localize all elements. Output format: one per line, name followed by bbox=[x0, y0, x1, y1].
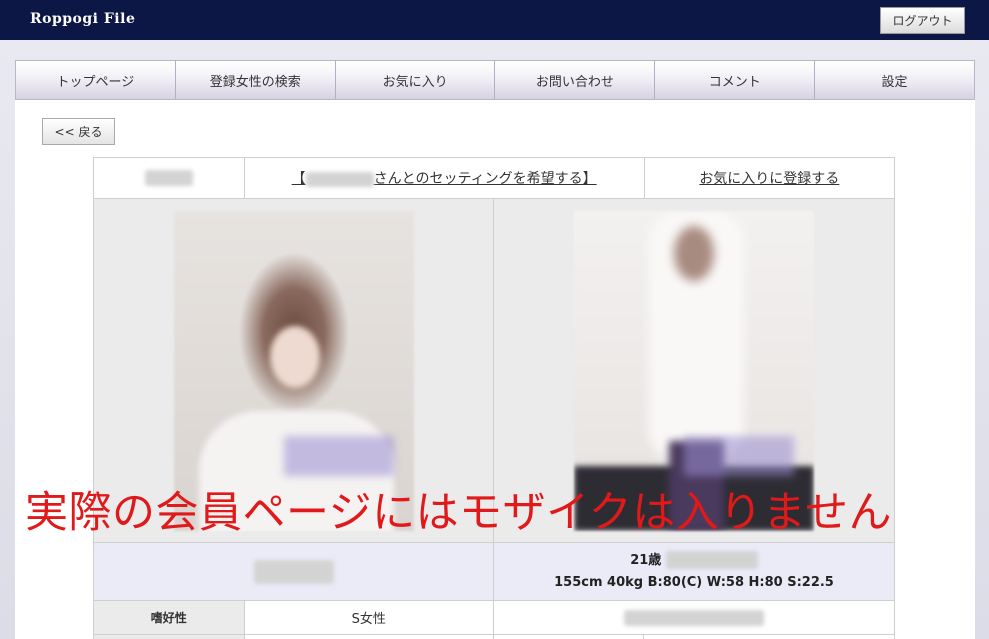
attribute-label-2 bbox=[94, 635, 245, 639]
attribute-label-3 bbox=[494, 635, 644, 639]
nav-favorites[interactable]: お気に入り bbox=[336, 61, 496, 99]
blurred-id bbox=[144, 170, 193, 186]
name-cell bbox=[94, 543, 494, 600]
preference-value: S女性 bbox=[245, 601, 494, 634]
attribute-row-2 bbox=[94, 635, 894, 639]
blurred-display-name bbox=[253, 559, 334, 584]
nav-contact[interactable]: お問い合わせ bbox=[495, 61, 656, 99]
blurred-age-detail bbox=[665, 551, 758, 569]
request-link-suffix: さんとのセッティングを希望する】 bbox=[373, 171, 597, 187]
add-favorite-link[interactable]: お気に入りに登録する bbox=[699, 168, 839, 188]
main-nav: トップページ 登録女性の検索 お気に入り お問い合わせ コメント 設定 bbox=[15, 60, 975, 100]
top-bar: Roppogi File ログアウト bbox=[0, 0, 989, 40]
preference-label: 嗜好性 bbox=[94, 601, 245, 634]
measurements-text: 155cm 40kg B:80(C) W:58 H:80 S:22.5 bbox=[554, 574, 834, 590]
profile-table: 【 さんとのセッティングを希望する】 お気に入りに登録する 21歳 155cm 4… bbox=[93, 157, 895, 639]
favorite-cell: お気に入りに登録する bbox=[645, 158, 894, 198]
nav-comment[interactable]: コメント bbox=[655, 61, 816, 99]
request-cell: 【 さんとのセッティングを希望する】 bbox=[245, 158, 645, 198]
profile-header-row: 【 さんとのセッティングを希望する】 お気に入りに登録する bbox=[94, 158, 894, 199]
info-row: 21歳 155cm 40kg B:80(C) W:58 H:80 S:22.5 bbox=[94, 543, 894, 601]
nav-top-page[interactable]: トップページ bbox=[16, 61, 176, 99]
back-button[interactable]: << 戻る bbox=[42, 118, 115, 145]
stats-cell: 21歳 155cm 40kg B:80(C) W:58 H:80 S:22.5 bbox=[494, 543, 894, 600]
logout-button[interactable]: ログアウト bbox=[880, 7, 965, 34]
site-brand: Roppogi File bbox=[30, 11, 136, 27]
nav-search[interactable]: 登録女性の検索 bbox=[176, 61, 336, 99]
age-line: 21歳 bbox=[630, 550, 758, 572]
profile-id-cell bbox=[94, 158, 245, 198]
mosaic-notice: 実際の会員ページにはモザイクは入りません bbox=[25, 488, 892, 538]
request-setting-link[interactable]: 【 さんとのセッティングを希望する】 bbox=[292, 168, 597, 188]
attribute-value-3 bbox=[644, 635, 894, 639]
request-link-prefix: 【 bbox=[291, 171, 306, 187]
attribute-row: 嗜好性 S女性 bbox=[94, 601, 894, 635]
attribute-value-2 bbox=[245, 635, 494, 639]
blurred-attribute bbox=[624, 609, 764, 626]
blurred-attribute-cell bbox=[494, 601, 894, 634]
blurred-name bbox=[305, 171, 374, 187]
age-text: 21歳 bbox=[630, 552, 662, 568]
nav-settings[interactable]: 設定 bbox=[815, 61, 974, 99]
